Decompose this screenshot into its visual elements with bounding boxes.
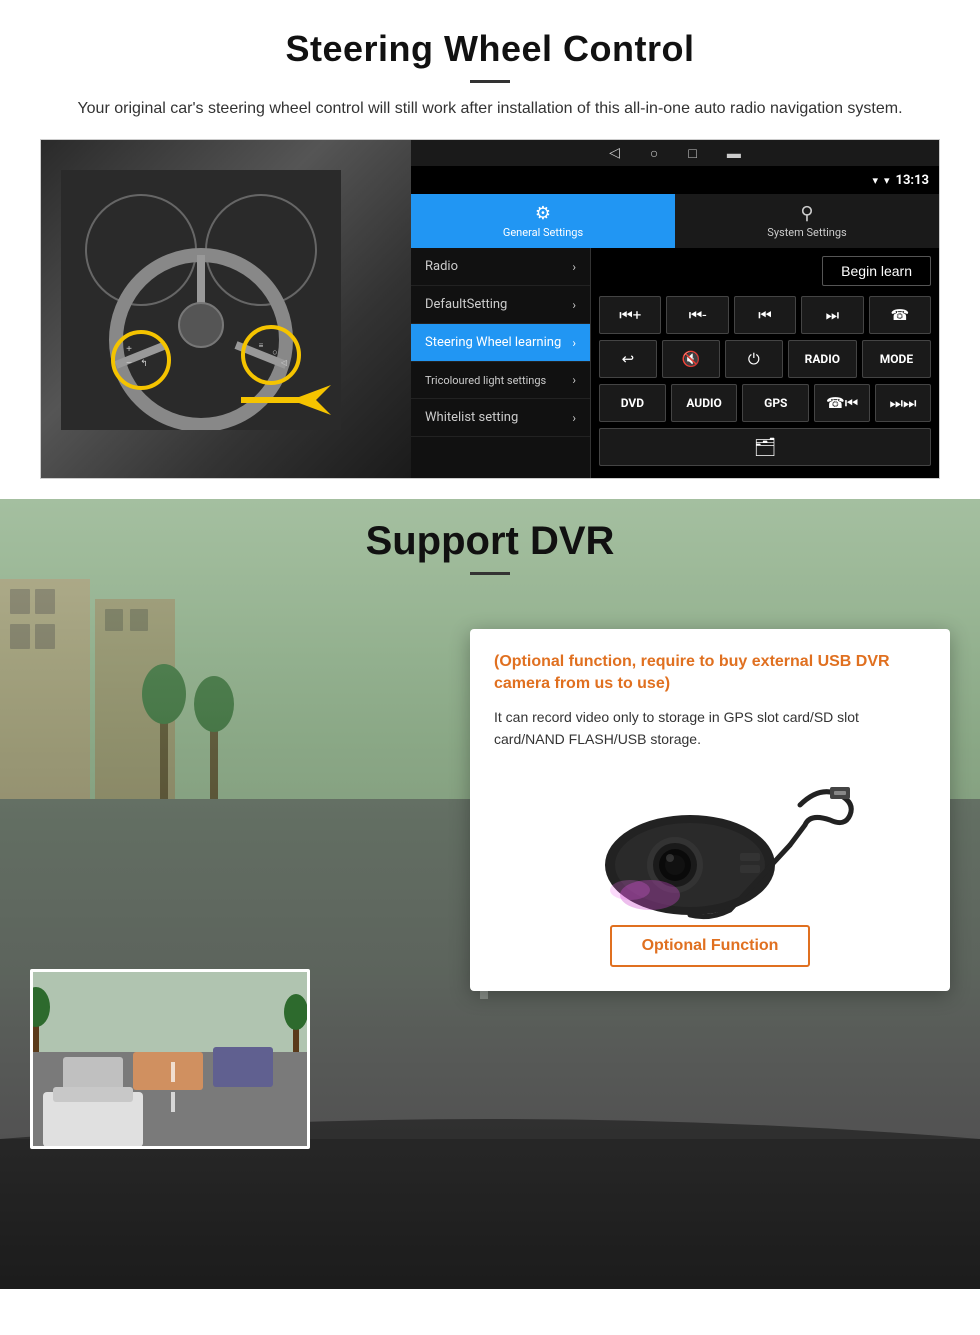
chevron-icon: › — [572, 336, 576, 350]
mode-btn[interactable]: MODE — [862, 340, 931, 378]
dvr-title-area: Support DVR — [0, 499, 980, 585]
dvr-thumb-content — [33, 972, 307, 1146]
tab-general-label: General Settings — [503, 226, 583, 239]
begin-learn-row: Begin learn — [599, 256, 931, 286]
dvr-description: It can record video only to storage in G… — [494, 706, 926, 751]
mute-btn[interactable]: 🔇 — [662, 340, 720, 378]
android-tabs: ⚙ General Settings ⚲ System Settings — [411, 194, 939, 248]
audio-btn[interactable]: AUDIO — [671, 384, 738, 422]
dvr-footage-thumbnail — [30, 969, 310, 1149]
menu-item-whitelist[interactable]: Whitelist setting › — [411, 399, 590, 437]
gear-icon: ⚙ — [535, 203, 551, 224]
nav-recents[interactable]: □ — [688, 145, 696, 162]
tab-general-settings[interactable]: ⚙ General Settings — [411, 194, 675, 248]
nav-home[interactable]: ○ — [650, 145, 658, 162]
dvr-divider — [470, 572, 510, 575]
menu-item-default[interactable]: DefaultSetting › — [411, 286, 590, 324]
prev-btn[interactable]: ⏮ — [734, 296, 796, 334]
nav-back[interactable]: ◁ — [609, 145, 620, 161]
svg-text:↰: ↰ — [140, 358, 148, 368]
menu-item-radio[interactable]: Radio › — [411, 248, 590, 286]
svg-text:○: ○ — [272, 347, 277, 357]
svg-text:+: + — [126, 344, 132, 355]
dvd-btn[interactable]: DVD — [599, 384, 666, 422]
dvr-info-card: (Optional function, require to buy exter… — [470, 629, 950, 991]
hangup-btn[interactable]: ↩ — [599, 340, 657, 378]
ctrl-row-2: ↩ 🔇 ⏻ RADIO MODE — [599, 340, 931, 378]
chevron-icon: › — [572, 260, 576, 274]
control-panel: Begin learn ⏮+ ⏮- ⏮ ⏭ ☎ ↩ 🔇 ⏻ — [591, 248, 939, 478]
dvr-camera-image — [560, 765, 860, 925]
android-content: Radio › DefaultSetting › Steering Wheel … — [411, 248, 939, 478]
gps-btn[interactable]: GPS — [742, 384, 809, 422]
phone-btn[interactable]: ☎ — [869, 296, 931, 334]
ctrl-row-4: 🗂 — [599, 428, 931, 466]
next-btn[interactable]: ⏭ — [801, 296, 863, 334]
menu-item-steering-wheel[interactable]: Steering Wheel learning › — [411, 324, 590, 362]
system-icon: ⚲ — [800, 203, 813, 224]
android-statusbar: ▾ ▾ 13:13 — [411, 166, 939, 194]
begin-learn-button[interactable]: Begin learn — [822, 256, 931, 286]
wifi-icon: ▾ — [884, 174, 890, 187]
android-settings-panel: ◁ ○ □ ▬ ▾ ▾ 13:13 ⚙ General Settings ⚲ S… — [411, 140, 939, 478]
settings-menu: Radio › DefaultSetting › Steering Wheel … — [411, 248, 591, 478]
dvr-optional-text: (Optional function, require to buy exter… — [494, 651, 926, 696]
extra-btn[interactable]: 🗂 — [599, 428, 931, 466]
svg-text:≡: ≡ — [259, 341, 264, 350]
steering-title: Steering Wheel Control — [40, 28, 940, 70]
steering-section: Steering Wheel Control Your original car… — [0, 0, 980, 479]
nav-menu[interactable]: ▬ — [727, 145, 741, 162]
chevron-icon: › — [572, 298, 576, 312]
svg-text:−: − — [126, 358, 132, 369]
svg-text:◁: ◁ — [281, 358, 288, 367]
steering-wheel-photo: + − ↰ ≡ ○ ◁ — [41, 140, 411, 479]
dvr-section: Support DVR (Optional function, require … — [0, 499, 980, 1289]
chevron-icon: › — [572, 411, 576, 425]
ctrl-row-1: ⏮+ ⏮- ⏮ ⏭ ☎ — [599, 296, 931, 334]
tab-system-label: System Settings — [767, 226, 846, 239]
ctrl-row-3: DVD AUDIO GPS ☎⏮ ⏭⏭ — [599, 384, 931, 422]
status-time: 13:13 — [896, 173, 930, 188]
chevron-icon: › — [572, 373, 576, 387]
steering-subtitle: Your original car's steering wheel contr… — [60, 97, 920, 121]
steering-demo: + − ↰ ≡ ○ ◁ ◁ ○ □ ▬ ▾ — [40, 139, 940, 479]
vol-down-btn[interactable]: ⏮- — [666, 296, 728, 334]
signal-icon: ▾ — [872, 174, 878, 187]
power-btn[interactable]: ⏻ — [725, 340, 783, 378]
dvr-title: Support DVR — [0, 519, 980, 564]
tab-system-settings[interactable]: ⚲ System Settings — [675, 194, 939, 248]
radio-btn[interactable]: RADIO — [788, 340, 857, 378]
phone-prev-btn[interactable]: ☎⏮ — [814, 384, 870, 422]
vol-up-btn[interactable]: ⏮+ — [599, 296, 661, 334]
title-divider — [470, 80, 510, 83]
android-navbar: ◁ ○ □ ▬ — [411, 140, 939, 166]
menu-item-tricoloured[interactable]: Tricoloured light settings › — [411, 362, 590, 399]
skip-btn[interactable]: ⏭⏭ — [875, 384, 931, 422]
optional-function-button[interactable]: Optional Function — [610, 925, 811, 967]
